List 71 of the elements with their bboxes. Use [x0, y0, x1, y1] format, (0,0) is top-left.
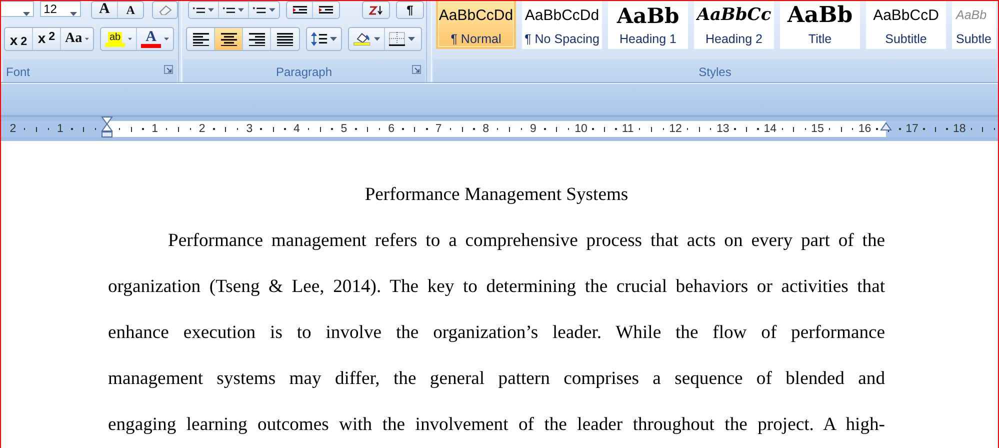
ruler-number: 4 [292, 123, 301, 135]
borders-icon [389, 32, 405, 46]
dialog-launcher-icon[interactable] [164, 65, 173, 74]
ruler-number: 1 [150, 123, 159, 135]
ruler-number: 6 [387, 123, 396, 135]
caret-icon[interactable] [374, 37, 380, 41]
align-right-icon [248, 32, 264, 46]
style-tile[interactable]: AaBbCcDd ¶ No Spacing [522, 1, 602, 49]
caret-icon[interactable] [70, 12, 78, 16]
line-spacing-icon [311, 32, 327, 46]
ruler-number: 2 [8, 123, 18, 135]
ruler-number: 15 [811, 123, 824, 135]
caret-icon[interactable] [268, 8, 275, 12]
font-name-field[interactable] [1, 1, 34, 17]
caret-icon[interactable] [164, 37, 169, 41]
caret-icon[interactable] [22, 12, 30, 16]
caret-icon[interactable] [208, 8, 214, 12]
ruler-number: 14 [764, 123, 777, 135]
paint-bucket-icon [353, 31, 371, 47]
indent-icon [292, 5, 306, 15]
font-color-button[interactable]: A [137, 28, 173, 50]
indent-marker-icon[interactable] [880, 122, 892, 131]
grow-font-button[interactable]: A [92, 2, 118, 18]
ruler-number: 5 [340, 123, 348, 135]
caret-icon[interactable] [408, 37, 415, 41]
caret-icon[interactable] [128, 37, 132, 41]
document-title: Performance Management Systems [364, 183, 630, 207]
sort-icon [369, 5, 383, 15]
ruler-number: 7 [434, 123, 443, 135]
font-size-value: 12 [44, 2, 57, 16]
caret-icon[interactable] [330, 37, 337, 41]
ruler-number: 10 [574, 123, 588, 135]
body-paragraph: Performance management refers to a comprehensive process that acts on every part of the organization (Tseng & Lee, 2014). The key to determining the crucial behaviors or activities that enhance execution is to involve the organization’s leader. While the flow of performance management systems may differ, the general pattern comprises a sequence of blended and engaging learning outcomes with the involvement of the leader throughout the project. A high- [108, 229, 885, 437]
style-tile[interactable]: AaBb Subtle [952, 1, 996, 49]
bullet-list-icon [193, 6, 205, 14]
indent-marker-icon[interactable] [101, 116, 113, 138]
font-size-field[interactable]: 12 [40, 1, 82, 17]
superscript-button[interactable]: x$^{2}$ [33, 28, 61, 50]
ruler-number: 16 [858, 123, 872, 135]
ruler-number: 12 [669, 123, 682, 135]
numbered-list-icon [223, 6, 235, 14]
align-left-icon [192, 32, 208, 46]
ruler-number: 13 [716, 123, 730, 135]
group-label: Styles [698, 64, 732, 78]
align-center-button[interactable] [215, 28, 243, 50]
highlight-button[interactable]: ab [101, 28, 137, 50]
caret-icon[interactable] [85, 37, 89, 41]
ruler-number: 11 [622, 123, 634, 135]
ruler-number: 17 [906, 123, 918, 135]
align-justify-icon [277, 32, 293, 46]
eraser-icon [158, 5, 172, 15]
indent-icon [319, 5, 333, 15]
style-tile[interactable]: AaBbCcD Subtitle [866, 1, 946, 49]
ruler-number: 3 [245, 123, 254, 135]
style-tile[interactable]: AaBbCcDd ¶ Normal [436, 1, 516, 49]
ruler-number: 18 [952, 123, 966, 135]
ruler-number: 1 [56, 123, 64, 135]
style-tile[interactable]: AaBb Title [780, 1, 860, 49]
shrink-font-button[interactable]: A [118, 2, 144, 18]
align-center-icon [220, 32, 236, 46]
ruler-number: 9 [528, 123, 538, 135]
multilevel-list-icon [253, 6, 266, 14]
caret-icon[interactable] [238, 8, 244, 12]
show-marks-button[interactable]: ¶ [397, 2, 423, 18]
change-case-button[interactable]: Aa [61, 28, 93, 50]
style-tile[interactable]: AaBb Heading 1 [608, 1, 688, 49]
group-label: Font [6, 64, 30, 78]
dialog-launcher-icon[interactable] [412, 65, 421, 74]
ruler-number: 8 [482, 123, 490, 135]
ruler-number: 2 [198, 123, 206, 135]
group-label: Paragraph [276, 64, 332, 78]
